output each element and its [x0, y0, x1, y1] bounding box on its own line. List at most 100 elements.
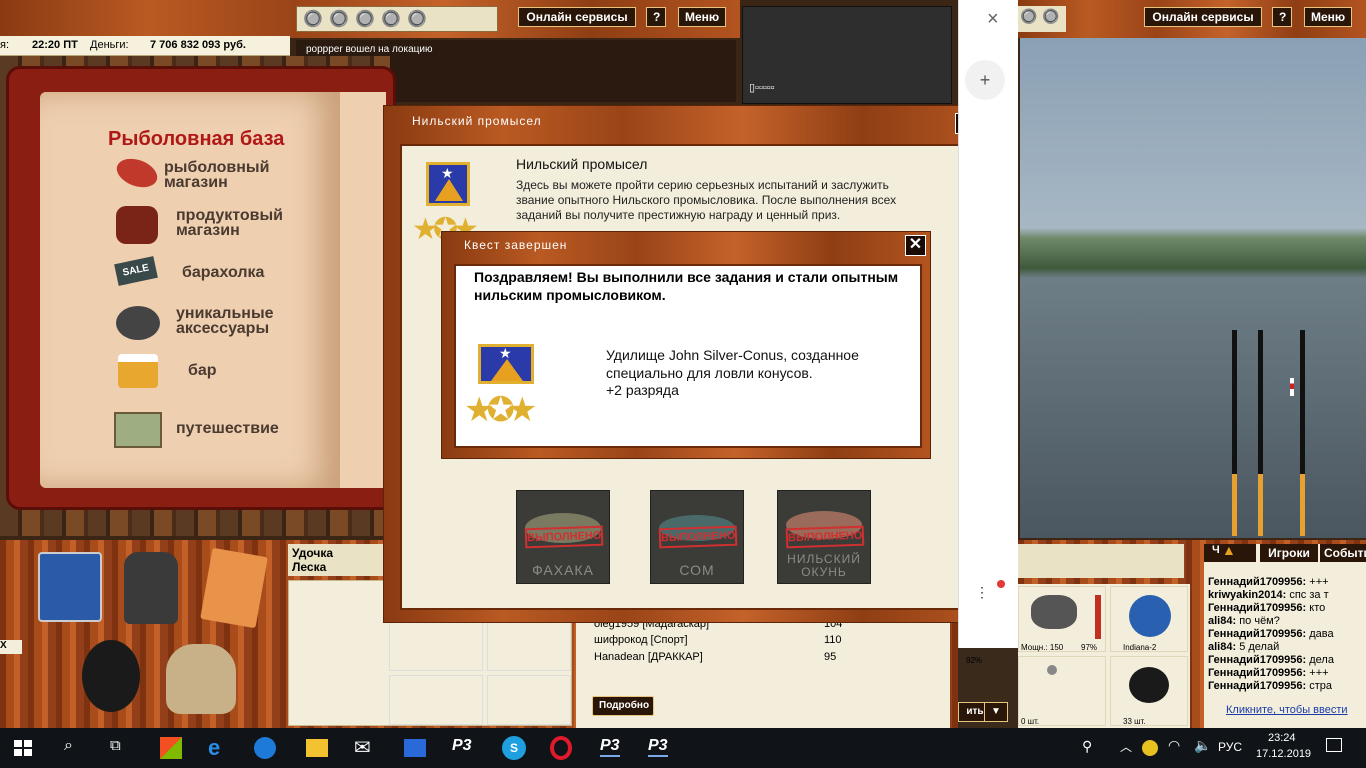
chat-user[interactable]: Геннадий1709956: — [1208, 602, 1306, 614]
bait-count: 33 шт. — [1123, 717, 1146, 726]
rr3-icon[interactable]: Р3 — [452, 737, 472, 755]
food-shop-item[interactable]: продуктовый магазин — [112, 204, 332, 248]
bait-icon[interactable]: 🔘 — [381, 9, 401, 29]
bait-icon[interactable]: 🔘 — [303, 9, 323, 29]
clock-time[interactable]: 23:24 — [1268, 732, 1296, 744]
search-icon[interactable]: ⌕ — [64, 737, 73, 755]
bait-icon[interactable]: 🔘 — [407, 9, 427, 29]
chat-user[interactable]: kriwyakin2014: — [1208, 589, 1286, 601]
events-tab[interactable]: События — [1320, 544, 1366, 562]
line-slot[interactable]: Indiana-2 — [1110, 586, 1188, 652]
chat-user[interactable]: Геннадий1709956: — [1208, 680, 1306, 692]
dialog-close-button[interactable]: ✕ — [905, 235, 926, 256]
bait-icon[interactable]: 🔘 — [355, 9, 375, 29]
ranking-name: Hanadean [ДРАККАР] — [594, 651, 703, 663]
details-button[interactable]: Подробно — [592, 696, 654, 716]
chat-user[interactable]: ali84: — [1208, 615, 1236, 627]
antivirus-icon[interactable] — [1142, 740, 1158, 756]
right-menu-button[interactable]: Меню — [1304, 7, 1352, 27]
task-card-catfish[interactable]: ВЫПОЛНЕНО СОМ — [650, 490, 744, 584]
skype-icon[interactable]: S — [502, 736, 526, 760]
game-right: 🔘 🔘 Онлайн сервисы ? Меню Мощн.: 150 97%… — [958, 0, 1366, 728]
slot[interactable] — [389, 621, 483, 671]
store-icon[interactable] — [160, 737, 182, 759]
bait-icon[interactable]: 🔘 — [329, 9, 349, 29]
chat-user[interactable]: Геннадий1709956: — [1208, 628, 1306, 640]
chat-line: Геннадий1709956: дава — [1208, 628, 1366, 641]
task-view-icon[interactable]: ⧉ — [110, 737, 121, 754]
log-message: poppper вошел на локацию — [306, 44, 433, 55]
bait-icon[interactable]: 🔘 — [1042, 8, 1059, 25]
task-card-fahaka[interactable]: ВЫПОЛНЕНО ФАХАКА — [516, 490, 610, 584]
chevron-up-icon[interactable]: ︿ — [1120, 738, 1132, 755]
rr3-icon[interactable]: Р3 — [648, 737, 668, 757]
fishing-shop-item[interactable]: рыболовный магазин — [112, 153, 332, 198]
add-user-icon[interactable]: + — [965, 60, 1005, 100]
right-online-services-button[interactable]: Онлайн сервисы — [1144, 7, 1262, 27]
app-icon[interactable] — [404, 739, 426, 757]
travel-item[interactable]: путешествие — [112, 410, 332, 450]
congrats-heading: Поздравляем! Вы выполнили все задания и … — [474, 269, 899, 303]
rr3-icon[interactable]: Р3 — [600, 737, 620, 757]
people-icon[interactable]: ⚲ — [1082, 738, 1092, 755]
mail-icon[interactable]: ✉ — [354, 735, 371, 760]
chat-text: стра — [1309, 680, 1333, 692]
map-icon — [114, 412, 162, 448]
chat-panel: Ч ▲ Игроки События Геннадий1709956: +++ … — [1204, 542, 1366, 728]
rod[interactable] — [1258, 330, 1263, 536]
game-time: 22:20 ПТ — [32, 39, 78, 51]
bait-slots: 🔘 🔘 🔘 🔘 🔘 — [296, 6, 498, 32]
dropdown-button[interactable]: ▼ — [984, 702, 1008, 722]
chat-user[interactable]: Геннадий1709956: — [1208, 667, 1306, 679]
opera-icon[interactable] — [550, 736, 572, 760]
players-tab[interactable]: Игроки — [1260, 544, 1318, 562]
online-services-button[interactable]: Онлайн сервисы — [518, 7, 636, 27]
bait-slot[interactable]: 33 шт. — [1110, 656, 1188, 726]
more-options-icon[interactable]: ⋮ — [975, 584, 989, 601]
quest-window-title: Нильский промысел — [412, 114, 542, 128]
menu-button[interactable]: Меню — [678, 7, 726, 27]
signal-indicator: ▯▫▫▫▫▫ — [749, 82, 775, 94]
tackle-box-icon[interactable] — [38, 552, 102, 622]
bar-label: бар — [188, 362, 217, 379]
rod[interactable] — [1300, 330, 1305, 536]
network-icon[interactable]: ◠ — [1168, 737, 1180, 754]
taskbar: ⌕ ⧉ e ✉ Р3 S Р3 Р3 ⚲ ︿ ◠ 🔈 РУС 23:24 17.… — [0, 728, 1366, 768]
slot[interactable] — [487, 675, 571, 725]
hook-slot[interactable]: 0 шт. — [1018, 656, 1106, 726]
chat-user[interactable]: Геннадий1709956: — [1208, 576, 1306, 588]
cauldron-icon[interactable] — [82, 640, 140, 712]
slot[interactable] — [389, 675, 483, 725]
chat-user[interactable]: Геннадий1709956: — [1208, 654, 1306, 666]
hook-count: 0 шт. — [1021, 717, 1040, 726]
slot[interactable] — [487, 621, 571, 671]
volume-icon[interactable]: 🔈 — [1194, 737, 1211, 754]
task-name: СОМ — [679, 562, 715, 578]
edge-icon[interactable]: e — [208, 735, 220, 761]
clock-date[interactable]: 17.12.2019 — [1256, 748, 1311, 760]
reel-slot[interactable]: Мощн.: 150 97% — [1018, 586, 1106, 652]
reward-medal-stars: ★✪★ — [464, 391, 538, 429]
start-button[interactable] — [14, 740, 32, 756]
language-indicator[interactable]: РУС — [1218, 740, 1242, 754]
task-card-nile-perch[interactable]: ВЫПОЛНЕНО НИЛЬСКИЙ ОКУНЬ — [777, 490, 871, 584]
notifications-icon[interactable] — [1326, 738, 1342, 752]
explorer-icon[interactable] — [306, 739, 328, 757]
backpack-icon[interactable] — [124, 552, 178, 624]
bait-icon[interactable]: 🔘 — [1020, 8, 1037, 25]
chat-line: Геннадий1709956: +++ — [1208, 576, 1366, 589]
chat-user[interactable]: ali84: — [1208, 641, 1236, 653]
help-button[interactable]: ? — [646, 7, 666, 27]
rod-line-panel: Удочка Леска — [288, 544, 386, 576]
unique-accessories-item[interactable]: уникальные аксессуары — [112, 304, 332, 348]
right-help-button[interactable]: ? — [1272, 7, 1292, 27]
browser-close-icon[interactable]: × — [987, 8, 999, 31]
bar-item[interactable]: бар — [112, 352, 332, 392]
fish-sack-icon[interactable] — [166, 644, 236, 714]
rod[interactable] — [1232, 330, 1237, 536]
flea-market-item[interactable]: SALE барахолка — [112, 256, 332, 296]
notification-dot — [997, 580, 1005, 588]
chat-input-link[interactable]: Кликните, чтобы ввести — [1226, 704, 1348, 716]
teamviewer-icon[interactable] — [254, 737, 276, 759]
triangle-icon — [435, 179, 463, 201]
